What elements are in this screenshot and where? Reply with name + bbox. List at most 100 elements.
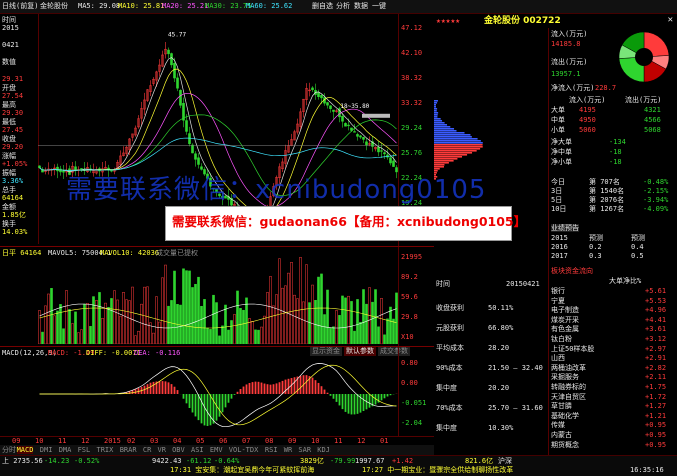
sz-change: -61.12 bbox=[186, 457, 212, 465]
volume-bar bbox=[77, 332, 80, 344]
sector-name[interactable]: 采掘服务 bbox=[551, 373, 579, 381]
tab-analysis[interactable]: 分析 bbox=[334, 2, 352, 11]
volume-bar bbox=[110, 298, 113, 344]
candle-body bbox=[194, 153, 197, 160]
indicator-tab[interactable]: VOL-TDX bbox=[229, 446, 259, 454]
sector-name[interactable]: 转融券标的 bbox=[551, 383, 586, 391]
info-value: 29.31 bbox=[2, 75, 24, 83]
mid-annotation: 18~35.80 bbox=[340, 103, 369, 110]
sector-name[interactable]: 两桶油改革 bbox=[551, 364, 586, 372]
candle-body bbox=[326, 102, 329, 106]
net-row-value: -18 bbox=[609, 148, 622, 156]
profile-bar bbox=[434, 136, 472, 138]
sector-value: +1.72 bbox=[645, 392, 667, 401]
tab-one-key[interactable]: 一键 bbox=[370, 2, 388, 11]
info-value: 14.03% bbox=[2, 228, 28, 236]
btn-show-funds[interactable]: 显示资金 bbox=[310, 347, 342, 356]
sector-name[interactable]: 基础化学 bbox=[551, 412, 579, 420]
candle-body bbox=[176, 77, 179, 89]
sector-name[interactable]: 期货概念 bbox=[551, 441, 579, 449]
sector-name[interactable]: 宁夏 bbox=[551, 297, 565, 305]
volume-bar bbox=[170, 300, 173, 344]
sector-name[interactable]: 传媒 bbox=[551, 421, 565, 429]
rank-value: 第 1540名 bbox=[589, 187, 625, 195]
sector-name[interactable]: 山西 bbox=[551, 354, 565, 362]
volume-bar bbox=[281, 287, 284, 344]
volume-bar bbox=[260, 326, 263, 344]
info-label: 金额 bbox=[2, 203, 16, 211]
candle-body bbox=[200, 166, 203, 170]
sector-title[interactable]: 板块资金流向 bbox=[551, 267, 593, 275]
candle-body bbox=[185, 120, 188, 132]
news-ticker-2[interactable]: 17:27 中一期宝业：暨骤宗全供给制聊扬性改革 bbox=[362, 466, 513, 474]
indicator-tab[interactable]: SAR bbox=[298, 446, 311, 454]
indicator-tab[interactable]: BRAR bbox=[120, 446, 137, 454]
volume-bar bbox=[71, 323, 74, 344]
indicator-tab[interactable]: OBV bbox=[172, 446, 185, 454]
info-label: 时间 bbox=[2, 16, 16, 24]
volume-bar bbox=[152, 332, 155, 344]
close-icon[interactable]: ✕ bbox=[668, 15, 673, 25]
profile-bar bbox=[434, 132, 465, 134]
indicator-tab[interactable]: FSL bbox=[78, 446, 91, 454]
volume-bar bbox=[242, 309, 245, 344]
info-value: 27.54 bbox=[2, 92, 24, 100]
rank-pct: -0.48% bbox=[643, 178, 669, 186]
indicator-tab[interactable]: KDJ bbox=[317, 446, 330, 454]
indicator-tab[interactable]: RSI bbox=[265, 446, 278, 454]
rank-label: 3日 bbox=[551, 187, 563, 195]
candle-body bbox=[38, 165, 41, 169]
indicator-tab[interactable]: CR bbox=[143, 446, 151, 454]
indicator-tab[interactable]: DMA bbox=[59, 446, 72, 454]
sector-value: +5.61 bbox=[645, 287, 667, 295]
candle-body bbox=[203, 169, 206, 175]
sector-name[interactable]: 草甘膦 bbox=[551, 402, 572, 410]
volume-bar bbox=[41, 331, 44, 344]
net-row-label: 净小单 bbox=[551, 158, 572, 166]
sector-value: +4.41 bbox=[645, 315, 667, 324]
volume-bar bbox=[275, 294, 278, 344]
period-selector[interactable]: 日线(前复) bbox=[2, 2, 38, 10]
date-tick: 10 bbox=[35, 437, 44, 445]
forecast-title[interactable]: 业绩预告 bbox=[551, 224, 579, 233]
tab-remove-favorite[interactable]: 删自选 bbox=[310, 2, 335, 11]
indicator-tab[interactable]: DMI bbox=[40, 446, 53, 454]
volume-bar bbox=[113, 290, 116, 344]
indicator-tab[interactable]: 分时 bbox=[2, 446, 16, 454]
watermark-text: 需要联系微信：xcnibudong0105 bbox=[66, 175, 487, 205]
indicator-tab[interactable]: MACD bbox=[16, 446, 34, 455]
sz-index[interactable]: 9422.43 bbox=[152, 457, 182, 465]
volume-bar bbox=[131, 286, 134, 344]
volume-bar bbox=[332, 326, 335, 344]
sector-name[interactable]: 上证50样本股 bbox=[551, 345, 594, 353]
sector-name[interactable]: 天津自贸区 bbox=[551, 393, 586, 401]
sector-header[interactable]: 大单净比% bbox=[609, 277, 641, 285]
macd-tick: -2.04 bbox=[401, 419, 423, 427]
sector-name[interactable]: 银行 bbox=[551, 287, 565, 295]
volume-tick: 89.2 bbox=[401, 273, 418, 281]
sector-name[interactable]: 钛白粉 bbox=[551, 335, 572, 343]
indicator-tab[interactable]: EMV bbox=[210, 446, 223, 454]
top-toolbar: 日线(前复) 金轮股份 MA5: 29.08 MA10: 25.81 MA20:… bbox=[0, 0, 677, 14]
sector-name[interactable]: 电子制造 bbox=[551, 306, 579, 314]
profile-bar bbox=[434, 162, 449, 164]
sh-index[interactable]: 上 2735.56 bbox=[2, 457, 43, 465]
indicator-tab[interactable]: ASI bbox=[191, 446, 204, 454]
indicator-tab[interactable]: WR bbox=[284, 446, 292, 454]
candle-body bbox=[347, 124, 350, 127]
rank-label: 5日 bbox=[551, 196, 563, 204]
tab-data[interactable]: 数据 bbox=[352, 2, 370, 11]
indicator-tab[interactable]: VR bbox=[158, 446, 166, 454]
volume-bar bbox=[347, 295, 350, 344]
indicator-tab[interactable]: TRIX bbox=[97, 446, 114, 454]
sector-name[interactable]: 煤炭开采 bbox=[551, 316, 579, 324]
sector-name[interactable]: 内蒙古 bbox=[551, 431, 572, 439]
sh-change: -14.23 bbox=[44, 457, 70, 465]
volume-bar bbox=[188, 270, 191, 344]
date-tick: 09 bbox=[288, 437, 297, 445]
sector-name[interactable]: 有色金属 bbox=[551, 325, 579, 333]
volume-bar bbox=[164, 264, 167, 344]
news-ticker-1[interactable]: 17:31 宝安集：潮起宜吴鼎今年可紧蚊挥前海 bbox=[170, 466, 314, 474]
candle-body bbox=[392, 160, 395, 167]
btn-default-params[interactable]: 默认参数 bbox=[344, 347, 376, 356]
